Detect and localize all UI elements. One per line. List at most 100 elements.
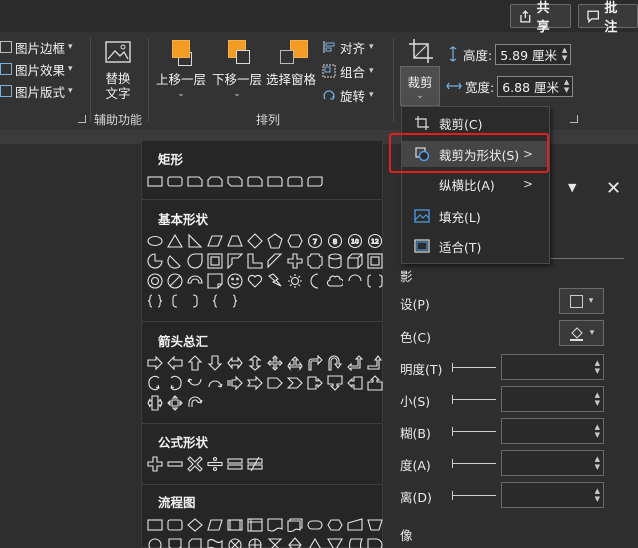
shape-flowchart-process[interactable] bbox=[145, 515, 165, 535]
shape-bent-up-arrow[interactable] bbox=[365, 353, 385, 373]
shape-flowchart-delay[interactable] bbox=[365, 535, 385, 548]
shape-right-brace[interactable] bbox=[225, 291, 245, 311]
bring-forward-button[interactable]: 上移一层 ⌄ bbox=[156, 38, 206, 102]
close-icon[interactable]: ✕ bbox=[606, 178, 621, 199]
shape-flowchart-manual-input[interactable] bbox=[345, 515, 365, 535]
align-menu[interactable]: 对齐 ▾ bbox=[322, 36, 374, 58]
shape-plaque[interactable] bbox=[305, 251, 325, 271]
shape-equal[interactable] bbox=[225, 454, 245, 474]
shape-parallelogram[interactable] bbox=[205, 231, 225, 251]
transparency-input[interactable]: ▲ ▼ bbox=[501, 354, 604, 380]
shape-flowchart-predefined-process[interactable] bbox=[225, 515, 245, 535]
shape-curved-left-arrow[interactable] bbox=[165, 373, 185, 393]
shape-block-arc[interactable] bbox=[185, 271, 205, 291]
shape-dodecagon[interactable]: 12 bbox=[365, 231, 385, 251]
height-input[interactable]: 5.89 厘米 ▲ ▼ bbox=[495, 43, 572, 65]
shape-sun[interactable] bbox=[285, 271, 305, 291]
shape-no-symbol[interactable] bbox=[165, 271, 185, 291]
angle-slider[interactable] bbox=[452, 463, 496, 464]
shape-pie[interactable] bbox=[145, 251, 165, 271]
shape-round-same-side-rectangle[interactable] bbox=[285, 171, 305, 191]
shape-u-turn-arrow[interactable] bbox=[325, 353, 345, 373]
shape-snip-corner-rectangle[interactable] bbox=[185, 171, 205, 191]
shape-flowchart-card[interactable] bbox=[185, 535, 205, 548]
shape-triangle[interactable] bbox=[165, 231, 185, 251]
spin-icon[interactable]: ▲ ▼ bbox=[595, 455, 600, 471]
shape-division[interactable] bbox=[205, 454, 225, 474]
shape-round-diagonal-rectangle[interactable] bbox=[305, 171, 325, 191]
shape-striped-right-arrow[interactable] bbox=[225, 373, 245, 393]
alt-text-button[interactable]: 替换 文字 bbox=[103, 38, 133, 101]
shape-left-arrow[interactable] bbox=[165, 353, 185, 373]
shape-curved-right-arrow[interactable] bbox=[145, 373, 165, 393]
distance-slider[interactable] bbox=[452, 495, 496, 496]
shape-bevel[interactable] bbox=[365, 251, 385, 271]
shape-flowchart-alternate-process[interactable] bbox=[165, 515, 185, 535]
shape-right-triangle[interactable] bbox=[185, 231, 205, 251]
shape-folded-corner[interactable] bbox=[205, 271, 225, 291]
shape-teardrop[interactable] bbox=[185, 251, 205, 271]
shape-rounded-rectangle[interactable] bbox=[165, 171, 185, 191]
shape-quad-arrow-callout[interactable] bbox=[165, 393, 185, 413]
pane-options-icon[interactable]: ▼ bbox=[568, 181, 576, 194]
shape-quad-arrow[interactable] bbox=[265, 353, 285, 373]
shape-donut[interactable] bbox=[145, 271, 165, 291]
shape-flowchart-manual-operation[interactable] bbox=[365, 515, 385, 535]
shape-left-bracket[interactable] bbox=[165, 291, 185, 311]
shape-left-up-arrow[interactable] bbox=[345, 353, 365, 373]
shape-flowchart-extract[interactable] bbox=[305, 535, 325, 548]
shape-flowchart-multidocument[interactable] bbox=[285, 515, 305, 535]
shape-flowchart-decision[interactable] bbox=[185, 515, 205, 535]
shape-plus[interactable] bbox=[145, 454, 165, 474]
picture-border-menu[interactable]: 图片边框 ▾ bbox=[0, 36, 73, 58]
color-dropdown[interactable]: ▾ bbox=[559, 320, 604, 346]
preset-dropdown[interactable]: ▾ bbox=[559, 288, 604, 314]
shape-flowchart-or[interactable] bbox=[245, 535, 265, 548]
distance-input[interactable]: ▲ ▼ bbox=[501, 482, 604, 508]
share-button[interactable]: 共享 bbox=[510, 1, 571, 35]
group-menu[interactable]: 组合 ▾ bbox=[322, 60, 374, 82]
shape-double-brace[interactable] bbox=[145, 291, 165, 311]
shape-flowchart-merge[interactable] bbox=[325, 535, 345, 548]
angle-input[interactable]: ▲ ▼ bbox=[501, 450, 604, 476]
shape-right-arrow-callout[interactable] bbox=[305, 373, 325, 393]
shape-right-arrow[interactable] bbox=[145, 353, 165, 373]
spin-icon[interactable]: ▲ ▼ bbox=[595, 423, 600, 439]
shape-flowchart-data[interactable] bbox=[205, 515, 225, 535]
shape-notched-right-arrow[interactable] bbox=[245, 373, 265, 393]
shape-curved-down-arrow[interactable] bbox=[205, 373, 225, 393]
blur-slider[interactable] bbox=[452, 431, 496, 432]
shape-octagon[interactable]: 8 bbox=[325, 231, 345, 251]
shape-smiley-face[interactable] bbox=[225, 271, 245, 291]
shape-arc[interactable] bbox=[345, 271, 365, 291]
aspect-ratio-menu-item[interactable]: 纵横比(A) > bbox=[402, 171, 549, 197]
shape-hexagon[interactable] bbox=[285, 231, 305, 251]
picture-styles-launcher-icon[interactable] bbox=[78, 115, 86, 123]
spin-icon[interactable]: ▲ ▼ bbox=[595, 391, 600, 407]
shape-flowchart-internal-storage[interactable] bbox=[245, 515, 265, 535]
shape-left-right-arrow-callout[interactable] bbox=[145, 393, 165, 413]
shape-decagon[interactable]: 10 bbox=[345, 231, 365, 251]
shape-pentagon-arrow[interactable] bbox=[265, 373, 285, 393]
fit-menu-item[interactable]: 适合(T) bbox=[402, 233, 549, 259]
shape-cube[interactable] bbox=[345, 251, 365, 271]
send-backward-button[interactable]: 下移一层 ⌄ bbox=[212, 38, 262, 102]
shape-left-right-up-arrow[interactable] bbox=[285, 353, 305, 373]
shape-pentagon[interactable] bbox=[265, 231, 285, 251]
shape-flowchart-terminator[interactable] bbox=[305, 515, 325, 535]
spin-icon[interactable]: ▲ ▼ bbox=[595, 359, 600, 375]
shape-bent-arrow[interactable] bbox=[305, 353, 325, 373]
rotate-menu[interactable]: 旋转 ▾ bbox=[322, 84, 374, 106]
shape-rectangle[interactable] bbox=[145, 171, 165, 191]
shape-half-frame[interactable] bbox=[225, 251, 245, 271]
shape-double-bracket[interactable] bbox=[365, 271, 385, 291]
picture-layout-menu[interactable]: 图片版式 ▾ bbox=[0, 80, 73, 102]
spin-icon[interactable]: ▲ ▼ bbox=[562, 46, 567, 62]
shape-right-bracket[interactable] bbox=[185, 291, 205, 311]
width-input[interactable]: 6.88 厘米 ▲ ▼ bbox=[497, 75, 574, 97]
spin-icon[interactable]: ▲ ▼ bbox=[595, 487, 600, 503]
shape-down-arrow[interactable] bbox=[205, 353, 225, 373]
shape-left-brace[interactable] bbox=[205, 291, 225, 311]
fill-menu-item[interactable]: 填充(L) bbox=[402, 203, 549, 229]
crop-button[interactable]: 裁剪 ⌄ bbox=[400, 66, 440, 106]
